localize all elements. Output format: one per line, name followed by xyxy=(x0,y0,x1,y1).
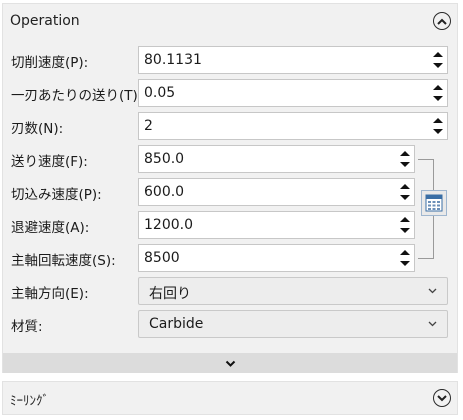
cutting-speed-spinbox[interactable]: 80.1131 xyxy=(138,46,448,74)
field-value: Carbide xyxy=(149,316,204,332)
field-label: 退避速度(A): xyxy=(11,220,90,236)
field-row-plunge-rate: 切込み速度(P): 600.0 xyxy=(0,178,456,206)
field-row-spindle-direction: 主軸方向(E): 右回り xyxy=(0,277,456,305)
chevron-down-icon xyxy=(428,321,437,327)
flute-count-spinbox[interactable]: 2 xyxy=(138,112,448,140)
link-bracket-top xyxy=(418,159,434,160)
calculator-icon xyxy=(425,194,443,212)
field-value: 80.1131 xyxy=(144,52,202,68)
field-label: 材質: xyxy=(11,319,43,335)
field-value: 850.0 xyxy=(144,151,185,167)
milling-panel-title: ﾐｰﾘﾝｸﾞ xyxy=(10,394,49,409)
link-bracket-bottom xyxy=(418,258,434,259)
spin-arrows-icon[interactable] xyxy=(431,49,445,71)
field-label: 送り速度(F): xyxy=(11,154,88,170)
field-label: 刃数(N): xyxy=(11,121,64,137)
field-row-cutting-speed: 切削速度(P): 80.1131 xyxy=(0,46,456,74)
field-value: 600.0 xyxy=(144,184,185,200)
operation-panel-title: Operation xyxy=(10,13,80,29)
collapse-operation-button[interactable] xyxy=(433,12,451,30)
field-label: 切削速度(P): xyxy=(11,55,89,71)
feed-per-tooth-spinbox[interactable]: 0.05 xyxy=(138,79,448,107)
field-row-feed-per-tooth: 一刃あたりの送り(T): 0.05 xyxy=(0,79,456,107)
milling-panel: ﾐｰﾘﾝｸﾞ xyxy=(2,381,458,415)
chevron-down-icon xyxy=(225,360,235,367)
field-value: 2 xyxy=(144,118,153,134)
field-row-retract-rate: 退避速度(A): 1200.0 xyxy=(0,211,456,239)
spin-arrows-icon[interactable] xyxy=(398,247,412,269)
field-row-material: 材質: Carbide xyxy=(0,310,456,338)
field-label: 主軸方向(E): xyxy=(11,286,89,302)
link-bracket-lower xyxy=(433,216,434,258)
chevron-down-icon xyxy=(428,288,437,294)
spindle-speed-spinbox[interactable]: 8500 xyxy=(138,244,415,272)
field-value: 1200.0 xyxy=(144,217,193,233)
chevron-down-icon xyxy=(437,394,447,401)
material-dropdown[interactable]: Carbide xyxy=(138,310,448,338)
field-label: 切込み速度(P): xyxy=(11,187,102,203)
spin-arrows-icon[interactable] xyxy=(398,148,412,170)
field-row-feed-rate: 送り速度(F): 850.0 xyxy=(0,145,456,173)
field-row-flute-count: 刃数(N): 2 xyxy=(0,112,456,140)
chevron-up-icon xyxy=(437,18,447,25)
field-row-spindle-speed: 主軸回転速度(S): 8500 xyxy=(0,244,456,272)
spin-arrows-icon[interactable] xyxy=(398,214,412,236)
show-more-button[interactable] xyxy=(3,353,457,373)
link-bracket-upper xyxy=(433,159,434,190)
field-value: 0.05 xyxy=(144,85,176,101)
spin-arrows-icon[interactable] xyxy=(431,82,445,104)
field-value: 8500 xyxy=(144,250,180,266)
calculator-button[interactable] xyxy=(421,190,447,216)
plunge-rate-spinbox[interactable]: 600.0 xyxy=(138,178,415,206)
feed-rate-spinbox[interactable]: 850.0 xyxy=(138,145,415,173)
retract-rate-spinbox[interactable]: 1200.0 xyxy=(138,211,415,239)
spin-arrows-icon[interactable] xyxy=(431,115,445,137)
field-label: 一刃あたりの送り(T): xyxy=(11,88,143,104)
field-value: 右回り xyxy=(149,286,191,302)
spin-arrows-icon[interactable] xyxy=(398,181,412,203)
spindle-direction-dropdown[interactable]: 右回り xyxy=(138,277,448,305)
expand-milling-button[interactable] xyxy=(433,389,451,407)
field-label: 主軸回転速度(S): xyxy=(11,253,116,269)
